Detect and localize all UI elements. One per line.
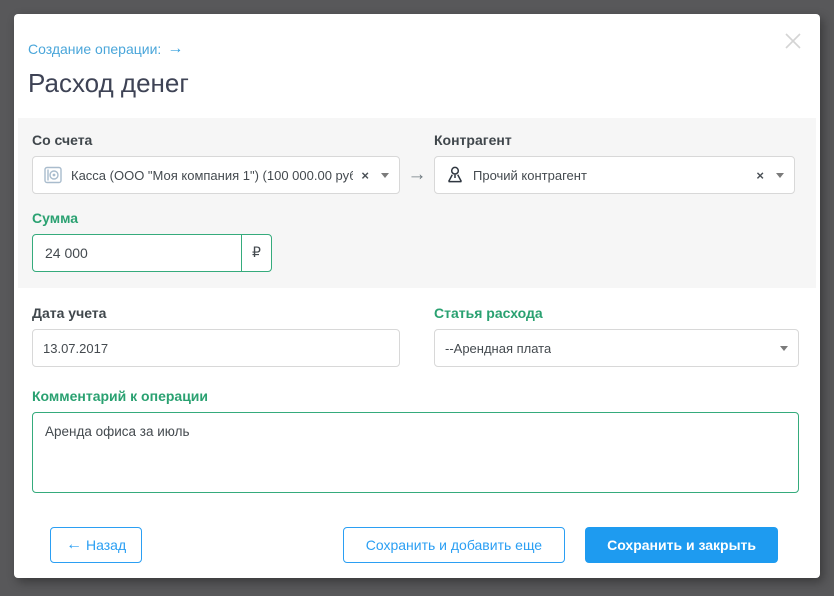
- modal-header: Создание операции: → Расход денег: [14, 14, 820, 99]
- chevron-down-icon[interactable]: [776, 172, 784, 178]
- transfer-panel: Со счета Касса (ООО "Моя компания 1") (1…: [18, 118, 816, 288]
- counterparty-label: Контрагент: [434, 132, 512, 148]
- comment-textarea[interactable]: Аренда офиса за июль: [32, 412, 799, 493]
- arrow-left-icon: ←: [66, 536, 82, 553]
- clear-icon[interactable]: ×: [353, 168, 369, 183]
- counterparty-select[interactable]: Прочий контрагент ×: [434, 156, 795, 194]
- arrow-right-icon: →: [167, 40, 184, 57]
- breadcrumb[interactable]: Создание операции: →: [28, 40, 183, 58]
- breadcrumb-label: Создание операции:: [28, 41, 162, 57]
- chevron-down-icon[interactable]: [780, 345, 788, 351]
- counterparty-value: Прочий контрагент: [473, 167, 587, 183]
- close-icon: [782, 30, 804, 57]
- clear-icon[interactable]: ×: [748, 168, 764, 183]
- details-section: Дата учета 13.07.2017 Статья расхода --А…: [14, 288, 820, 563]
- modal-footer: ← Назад Сохранить и добавить еще Сохрани…: [32, 527, 799, 563]
- save-and-close-label: Сохранить и закрыть: [607, 537, 756, 553]
- chevron-down-icon[interactable]: [381, 172, 389, 178]
- from-account-select[interactable]: Касса (ООО "Моя компания 1") (100 000.00…: [32, 156, 400, 194]
- ruble-currency-icon: ₽: [252, 245, 261, 261]
- cashbox-icon: [43, 165, 63, 185]
- save-and-close-button[interactable]: Сохранить и закрыть: [585, 527, 778, 563]
- person-icon: [445, 165, 465, 185]
- comment-label: Комментарий к операции: [32, 388, 209, 404]
- expense-category-value: --Арендная плата: [445, 340, 552, 356]
- back-button-label: Назад: [86, 537, 127, 553]
- expense-category-select[interactable]: --Арендная плата: [434, 329, 799, 367]
- expense-category-label: Статья расхода: [434, 305, 543, 321]
- amount-input[interactable]: 24 000: [33, 235, 242, 271]
- create-operation-modal: Создание операции: → Расход денег Со сче…: [14, 14, 820, 578]
- transfer-arrow-icon: →: [407, 164, 427, 185]
- date-input[interactable]: 13.07.2017: [32, 329, 400, 367]
- close-button[interactable]: [780, 30, 806, 56]
- amount-input-group: 24 000 ₽: [32, 234, 272, 272]
- date-label: Дата учета: [32, 305, 107, 321]
- amount-label: Сумма: [32, 210, 79, 226]
- page-title: Расход денег: [28, 68, 189, 98]
- save-and-add-button[interactable]: Сохранить и добавить еще: [342, 527, 566, 563]
- back-button[interactable]: ← Назад: [50, 527, 143, 563]
- save-and-add-label: Сохранить и добавить еще: [365, 537, 543, 553]
- from-account-label: Со счета: [32, 132, 93, 148]
- from-account-value: Касса (ООО "Моя компания 1") (100 000.00…: [71, 167, 354, 183]
- date-value: 13.07.2017: [43, 340, 109, 356]
